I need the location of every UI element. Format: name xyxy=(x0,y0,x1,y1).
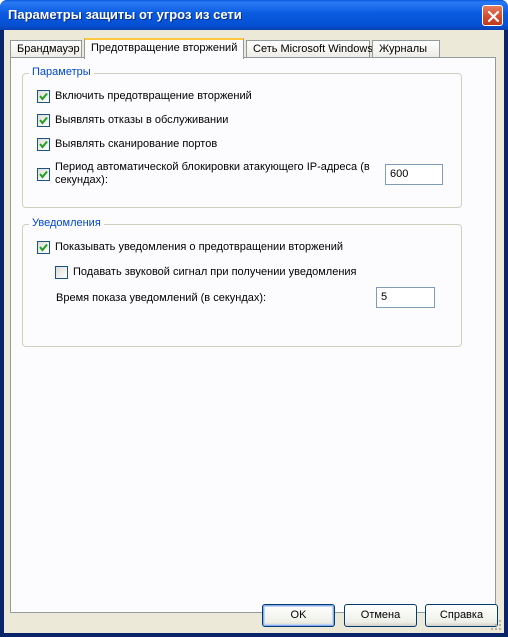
notify-time-label: Время показа уведомлений (в секундах): xyxy=(56,292,267,304)
notify-group-title: Уведомления xyxy=(29,217,104,229)
tab-microsoft-network[interactable]: Сеть Microsoft Windows xyxy=(246,40,373,58)
cancel-button[interactable]: Отмена xyxy=(344,604,417,627)
dialog-window: Параметры защиты от угроз из сети Брандм… xyxy=(0,0,508,637)
help-button[interactable]: Справка xyxy=(425,604,498,627)
show-notifications-checkbox[interactable] xyxy=(37,241,50,254)
checkmark-icon xyxy=(39,116,48,125)
title-bar[interactable]: Параметры защиты от угроз из сети xyxy=(0,0,508,30)
sound-alert-label: Подавать звуковой сигнал при получении у… xyxy=(73,266,357,278)
tab-firewall-label: Брандмауэр xyxy=(17,43,80,55)
resize-grip-icon[interactable] xyxy=(490,619,502,631)
enable-ips-checkbox[interactable] xyxy=(37,90,50,103)
auto-block-label-line1: Период автоматической блокировки атакующ… xyxy=(55,161,370,173)
notify-group: Уведомления Показывать уведомления о пре… xyxy=(22,217,462,347)
checkmark-icon xyxy=(39,140,48,149)
tab-logs[interactable]: Журналы xyxy=(372,40,440,58)
sound-alert-checkbox[interactable] xyxy=(55,266,68,279)
tab-firewall[interactable]: Брандмауэр xyxy=(10,40,82,58)
notify-time-input[interactable]: 5 xyxy=(376,287,435,308)
auto-block-checkbox[interactable] xyxy=(37,168,50,181)
block-period-input[interactable]: 600 xyxy=(385,164,443,185)
tab-intrusion-prevention[interactable]: Предотвращение вторжений xyxy=(84,38,244,59)
detect-dos-checkbox[interactable] xyxy=(37,114,50,127)
auto-block-label-line2: секундах): xyxy=(55,174,108,186)
dialog-client: Брандмауэр Предотвращение вторжений Сеть… xyxy=(4,30,504,633)
tab-microsoft-network-label: Сеть Microsoft Windows xyxy=(253,43,373,55)
close-icon xyxy=(487,10,500,23)
tab-logs-label: Журналы xyxy=(379,43,428,55)
detect-port-scan-checkbox[interactable] xyxy=(37,138,50,151)
close-button[interactable] xyxy=(482,5,503,26)
tab-panel: Параметры Включить предотвращение вторже… xyxy=(10,57,496,613)
tab-intrusion-prevention-label: Предотвращение вторжений xyxy=(91,42,238,54)
params-group-title: Параметры xyxy=(29,66,94,78)
enable-ips-label: Включить предотвращение вторжений xyxy=(55,90,252,102)
checkmark-icon xyxy=(39,243,48,252)
detect-dos-label: Выявлять отказы в обслуживании xyxy=(55,114,229,126)
detect-port-scan-label: Выявлять сканирование портов xyxy=(55,138,218,150)
show-notifications-label: Показывать уведомления о предотвращении … xyxy=(55,241,343,253)
window-title: Параметры защиты от угроз из сети xyxy=(8,7,242,22)
checkmark-icon xyxy=(39,170,48,179)
checkmark-icon xyxy=(39,92,48,101)
params-group: Параметры Включить предотвращение вторже… xyxy=(22,66,462,208)
ok-button[interactable]: OK xyxy=(262,604,335,627)
